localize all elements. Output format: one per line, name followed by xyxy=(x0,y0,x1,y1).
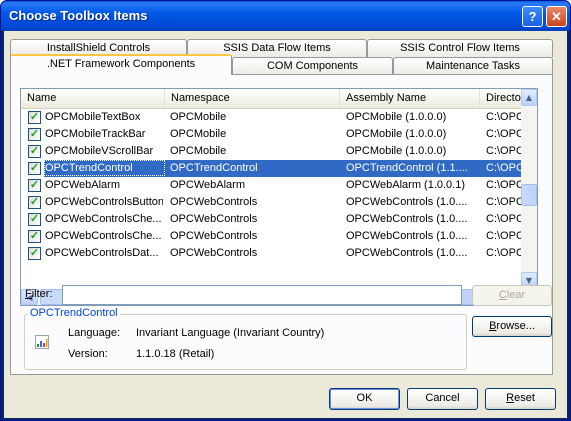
cell-namespace: OPCMobile xyxy=(170,145,227,157)
cell-namespace: OPCMobile xyxy=(170,111,227,123)
table-row[interactable]: ✓ OPCWebControlsChe... OPCWebControls OPCWe… xyxy=(21,228,521,245)
filter-label-text: ilter: xyxy=(31,288,53,300)
reset-button-mnemonic: R xyxy=(506,392,515,404)
cell-directory: C:\OPCSy xyxy=(486,179,521,191)
row-checkbox[interactable]: ✓ xyxy=(28,162,41,175)
cell-name: OPCWebControlsChe... xyxy=(45,230,162,242)
cell-name: OPCMobileTextBox xyxy=(45,111,141,123)
reset-button-label: eset xyxy=(514,392,535,404)
version-value: 1.1.0.18 (Retail) xyxy=(136,348,215,360)
filter-label-mnemonic: F xyxy=(25,288,32,300)
cell-directory: C:\OPCSy xyxy=(486,111,521,123)
cell-assembly-name: OPCTrendControl (1.1.... xyxy=(346,162,468,174)
column-header-assembly-name[interactable]: Assembly Name xyxy=(340,89,480,108)
cell-name: OPCWebControlsButton xyxy=(45,196,163,208)
title-bar[interactable]: Choose Toolbox Items ? ✕ xyxy=(1,1,570,31)
cell-directory: C:\OPCSy xyxy=(486,162,521,174)
cell-assembly-name: OPCMobile (1.0.0.0) xyxy=(346,128,447,140)
row-checkbox[interactable]: ✓ xyxy=(28,213,41,226)
row-checkbox[interactable]: ✓ xyxy=(28,179,41,192)
filter-input[interactable] xyxy=(62,285,462,305)
table-row[interactable]: ✓ OPCWebControlsDat... OPCWebControls OPCWe… xyxy=(21,245,521,262)
tab-maintenance-tasks[interactable]: Maintenance Tasks xyxy=(393,57,553,75)
cell-namespace: OPCMobile xyxy=(170,128,227,140)
vertical-scrollbar[interactable]: ▲ ▼ xyxy=(521,89,537,289)
cell-namespace: OPCWebControls xyxy=(170,247,258,259)
table-row[interactable]: ✓ OPCMobileTrackBar OPCMobile OPCMobile (1.… xyxy=(21,126,521,143)
cell-assembly-name: OPCMobile (1.0.0.0) xyxy=(346,145,447,157)
cell-name: OPCMobileVScrollBar xyxy=(45,145,154,157)
cell-namespace: OPCWebControls xyxy=(170,196,258,208)
dialog-client: InstallShield Controls SSIS Data Flow It… xyxy=(4,31,567,418)
table-row[interactable]: ✓ OPCMobileVScrollBar OPCMobile OPCMobile (… xyxy=(21,143,521,160)
trend-control-icon xyxy=(35,335,49,349)
cell-assembly-name: OPCWebAlarm (1.0.0.1) xyxy=(346,179,466,191)
help-button[interactable]: ? xyxy=(522,6,543,27)
tab-net-framework-components[interactable]: .NET Framework Components xyxy=(10,54,232,75)
row-checkbox[interactable]: ✓ xyxy=(28,128,41,141)
cell-directory: C:\OPCSy xyxy=(486,230,521,242)
column-header-name[interactable]: Name xyxy=(21,89,165,108)
clear-button-label: lear xyxy=(506,289,526,301)
details-group-title: OPCTrendControl xyxy=(28,307,120,319)
cell-assembly-name: OPCWebControls (1.0.... xyxy=(346,230,468,242)
row-checkbox[interactable]: ✓ xyxy=(28,111,41,124)
cell-assembly-name: OPCWebControls (1.0.... xyxy=(346,213,468,225)
table-row[interactable]: ✓ OPCTrendControl OPCTrendControl OPCTrendC… xyxy=(21,160,521,177)
language-value: Invariant Language (Invariant Country) xyxy=(136,327,325,339)
cell-namespace: OPCWebControls xyxy=(170,230,258,242)
vertical-scroll-thumb[interactable] xyxy=(521,184,537,206)
reset-button[interactable]: Reset xyxy=(485,388,556,410)
browse-button[interactable]: Browse... xyxy=(472,316,552,337)
ok-button[interactable]: OK xyxy=(329,388,400,410)
cell-directory: C:\OPCSy xyxy=(486,145,521,157)
details-group xyxy=(24,314,467,370)
cell-directory: C:\OPCSy xyxy=(486,247,521,259)
cancel-button[interactable]: Cancel xyxy=(407,388,478,410)
row-checkbox[interactable]: ✓ xyxy=(28,230,41,243)
dialog-window: Choose Toolbox Items ? ✕ InstallShield C… xyxy=(0,0,571,421)
cell-namespace: OPCWebControls xyxy=(170,213,258,225)
cell-directory: C:\OPCSy xyxy=(486,196,521,208)
row-checkbox[interactable]: ✓ xyxy=(28,196,41,209)
language-label: Language: xyxy=(68,327,120,339)
cell-name: OPCWebControlsChe... xyxy=(45,213,162,225)
cell-namespace: OPCWebAlarm xyxy=(170,179,245,191)
list-header: Name Namespace Assembly Name Directory xyxy=(21,89,530,109)
cell-name: OPCMobileTrackBar xyxy=(45,128,146,140)
components-list[interactable]: Name Namespace Assembly Name Directory ✓… xyxy=(20,88,538,306)
cell-directory: C:\OPCSy xyxy=(486,213,521,225)
table-row[interactable]: ✓ OPCWebAlarm OPCWebAlarm OPCWebAlarm (1.0.… xyxy=(21,177,521,194)
tab-com-components[interactable]: COM Components xyxy=(232,57,393,75)
cell-name: OPCWebControlsDat... xyxy=(45,247,159,259)
version-label: Version: xyxy=(68,348,108,360)
close-button[interactable]: ✕ xyxy=(546,6,567,27)
row-checkbox[interactable]: ✓ xyxy=(28,247,41,260)
cell-directory: C:\OPCSy xyxy=(486,128,521,140)
scroll-up-button[interactable]: ▲ xyxy=(521,89,537,106)
column-header-namespace[interactable]: Namespace xyxy=(165,89,340,108)
browse-button-label: rowse... xyxy=(496,320,535,332)
clear-button[interactable]: Clear xyxy=(472,285,552,306)
table-row[interactable]: ✓ OPCMobileTextBox OPCMobile OPCMobile (1.0… xyxy=(21,109,521,126)
cell-name: OPCWebAlarm xyxy=(45,179,120,191)
cell-assembly-name: OPCWebControls (1.0.... xyxy=(346,247,468,259)
cell-namespace: OPCTrendControl xyxy=(170,162,258,174)
window-title: Choose Toolbox Items xyxy=(9,8,148,23)
filter-label: Filter: xyxy=(25,288,53,300)
row-checkbox[interactable]: ✓ xyxy=(28,145,41,158)
cell-assembly-name: OPCMobile (1.0.0.0) xyxy=(346,111,447,123)
clear-button-mnemonic: C xyxy=(498,289,507,301)
tab-ssis-control-flow-items[interactable]: SSIS Control Flow Items xyxy=(367,39,553,57)
table-row[interactable]: ✓ OPCWebControlsButton OPCWebControls OPCWe… xyxy=(21,194,521,211)
cell-name: OPCTrendControl xyxy=(45,162,133,174)
cell-assembly-name: OPCWebControls (1.0.... xyxy=(346,196,468,208)
table-row[interactable]: ✓ OPCWebControlsChe... OPCWebControls OPCWe… xyxy=(21,211,521,228)
